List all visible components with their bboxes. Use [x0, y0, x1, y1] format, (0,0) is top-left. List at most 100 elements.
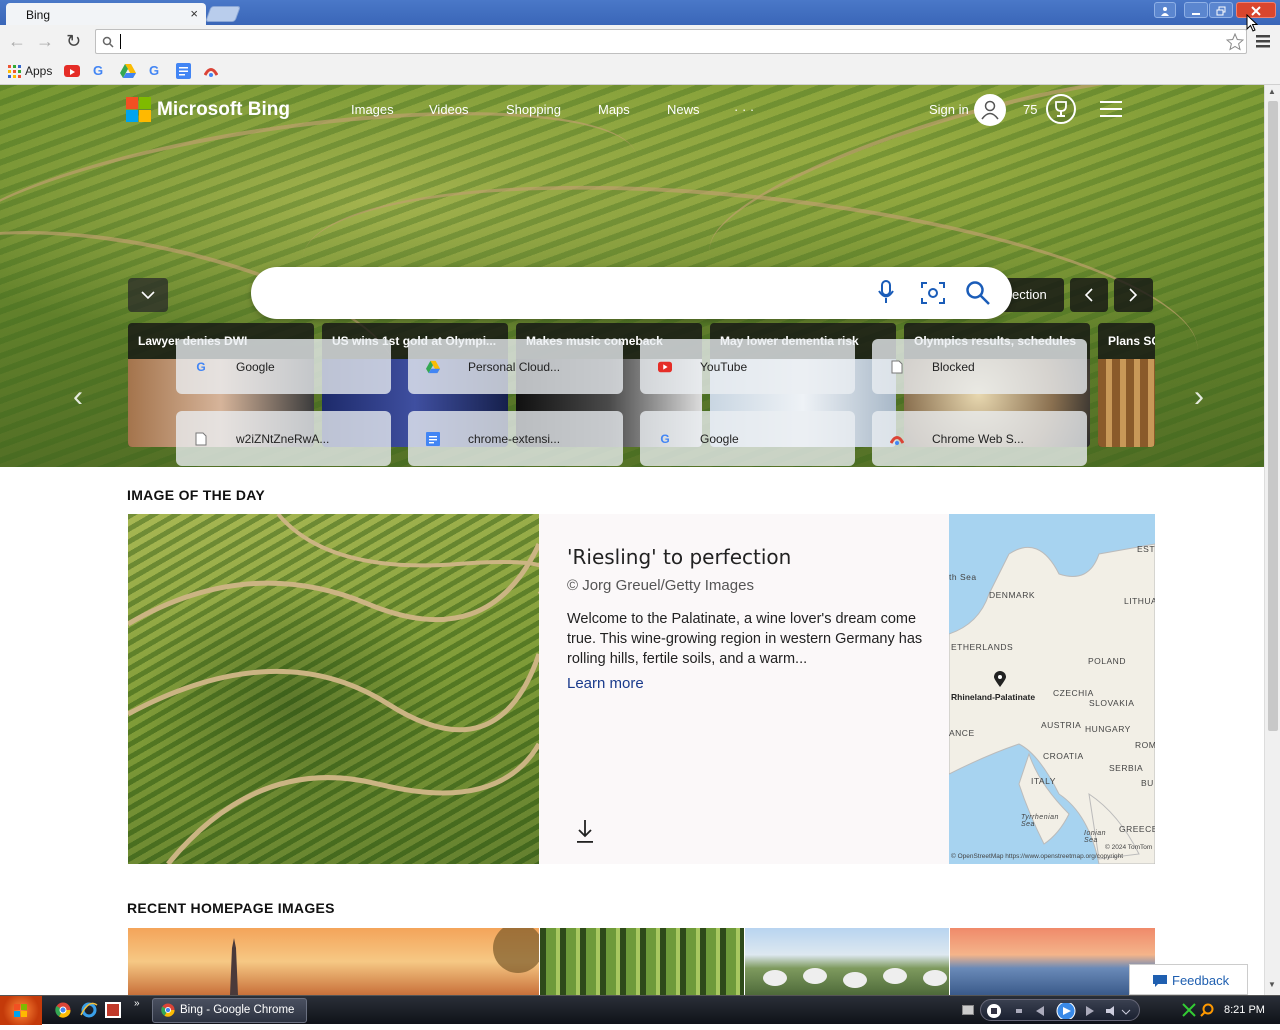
network-tray-icon[interactable]: [1182, 1003, 1196, 1017]
google-docs-icon[interactable]: [176, 63, 191, 79]
map-label: ITALY: [1031, 776, 1056, 786]
feedback-button[interactable]: Feedback: [1129, 964, 1248, 995]
map-label: Tyrrhenian Sea: [1021, 814, 1059, 828]
start-button[interactable]: [0, 996, 42, 1025]
location-map[interactable]: ESTO th Sea DENMARK LITHUA ETHERLANDS PO…: [949, 514, 1155, 864]
recent-image[interactable]: [950, 928, 1155, 995]
nav-videos[interactable]: Videos: [429, 102, 469, 117]
next-image-button[interactable]: [1114, 278, 1153, 312]
iotd-image[interactable]: [128, 514, 539, 864]
shortcut-tile-youtube[interactable]: YouTube: [640, 339, 855, 394]
shortcut-tile-webstore[interactable]: Chrome Web S...: [872, 411, 1087, 466]
tab-close-icon[interactable]: ×: [190, 6, 198, 21]
news-image: [1098, 359, 1155, 447]
taskbar-chrome-window[interactable]: Bing - Google Chrome: [152, 998, 307, 1023]
news-card[interactable]: Plans SC: [1098, 323, 1155, 447]
shortcut-tile-document[interactable]: w2iZNtZneRwA...: [176, 411, 391, 466]
shortcut-tile-google[interactable]: G Google: [176, 339, 391, 394]
settings-menu-icon[interactable]: [1100, 101, 1122, 117]
tab-bing[interactable]: Bing ×: [6, 3, 206, 25]
shortcut-tile-drive[interactable]: Personal Cloud...: [408, 339, 623, 394]
shortcut-tile-google[interactable]: G Google: [640, 411, 855, 466]
chrome-icon: [161, 1003, 175, 1017]
google-drive-icon[interactable]: [120, 64, 136, 78]
recent-image[interactable]: [745, 928, 949, 995]
collapse-toggle-button[interactable]: [128, 278, 168, 312]
map-label: DENMARK: [989, 590, 1036, 600]
search-icon[interactable]: [965, 280, 991, 306]
back-icon[interactable]: ←: [8, 31, 26, 52]
keyboard-tray-icon[interactable]: [962, 1005, 974, 1015]
recent-image[interactable]: [128, 928, 539, 995]
page-content: Microsoft Bing Images Videos Shopping Ma…: [0, 85, 1264, 995]
search-tray-icon[interactable]: [1200, 1003, 1214, 1017]
map-label: HUNGARY: [1085, 724, 1131, 734]
map-label-rhineland: Rhineland-Palatinate: [951, 692, 1036, 702]
nav-shopping[interactable]: Shopping: [506, 102, 561, 117]
chrome-menu-icon[interactable]: [1256, 34, 1270, 48]
chrome-web-store-icon[interactable]: [204, 64, 218, 78]
carousel-next-icon[interactable]: ›: [1194, 380, 1204, 414]
collection-button-label: ection: [1012, 287, 1047, 302]
visual-search-icon[interactable]: [921, 282, 945, 304]
iotd-description: Welcome to the Palatinate, a wine lover'…: [567, 611, 923, 667]
chevron-left-icon: [1084, 288, 1093, 302]
avatar[interactable]: [974, 94, 1006, 126]
profile-icon[interactable]: [1154, 2, 1176, 18]
carousel-prev-icon[interactable]: ‹: [73, 380, 83, 414]
section-title-iotd: IMAGE OF THE DAY: [127, 487, 266, 503]
youtube-icon[interactable]: [64, 65, 80, 77]
tile-label: Google: [236, 360, 275, 374]
map-label: GREECE: [1119, 824, 1155, 834]
chrome-quicklaunch-icon[interactable]: [55, 1002, 71, 1018]
page-scrollbar[interactable]: ▲ ▼: [1264, 85, 1280, 995]
learn-more-link[interactable]: Learn more: [567, 675, 644, 692]
shortcut-tile-docs[interactable]: chrome-extensi...: [408, 411, 623, 466]
address-caret: [120, 34, 121, 49]
nav-more[interactable]: · · ·: [734, 102, 754, 117]
sign-in-link[interactable]: Sign in: [929, 102, 969, 117]
chevron-down-icon: [141, 291, 155, 300]
scrollbar-thumb[interactable]: [1268, 101, 1278, 731]
nav-news[interactable]: News: [667, 102, 700, 117]
iotd-credit: © Jorg Greuel/Getty Images: [567, 577, 754, 594]
map-label: POLAND: [1088, 656, 1126, 666]
tile-label: Chrome Web S...: [932, 432, 1024, 446]
new-tab-button[interactable]: [205, 6, 241, 22]
recent-image[interactable]: [540, 928, 744, 995]
bookmark-apps[interactable]: Apps: [8, 64, 52, 78]
media-quicklaunch-icon[interactable]: [105, 1002, 121, 1018]
minimize-button[interactable]: [1184, 2, 1208, 18]
address-bar[interactable]: [95, 29, 1247, 54]
map-label: BU: [1141, 778, 1154, 788]
nav-images[interactable]: Images: [351, 102, 394, 117]
download-icon[interactable]: [575, 818, 595, 844]
bing-logo[interactable]: Microsoft Bing: [126, 97, 290, 122]
quicklaunch-expand-icon[interactable]: »: [134, 998, 140, 1009]
youtube-icon: [658, 361, 672, 373]
map-label: SERBIA: [1109, 763, 1144, 773]
forward-icon[interactable]: →: [36, 31, 54, 52]
rewards-trophy-icon[interactable]: [1046, 94, 1076, 124]
search-input[interactable]: [251, 267, 1012, 319]
microphone-icon[interactable]: [876, 280, 896, 306]
bookmark-star-icon[interactable]: [1226, 33, 1244, 51]
scroll-up-icon[interactable]: ▲: [1268, 87, 1276, 96]
map-label: CROATIA: [1043, 751, 1084, 761]
map-label: LITHUA: [1124, 596, 1155, 606]
map-label: Ionian Sea: [1084, 830, 1107, 844]
ie-quicklaunch-icon[interactable]: [80, 1001, 98, 1019]
media-player-toolbar[interactable]: [980, 999, 1140, 1021]
browser-toolbar: ← → ↻: [0, 25, 1280, 59]
map-pin-icon: [994, 671, 1006, 687]
nav-maps[interactable]: Maps: [598, 102, 630, 117]
scroll-down-icon[interactable]: ▼: [1268, 980, 1276, 989]
reload-icon[interactable]: ↻: [66, 31, 81, 52]
restore-button[interactable]: [1209, 2, 1233, 18]
shortcut-tile-blocked[interactable]: Blocked: [872, 339, 1087, 394]
prev-image-button[interactable]: [1070, 278, 1108, 312]
bing-logo-text: Microsoft Bing: [157, 98, 290, 120]
google-icon[interactable]: G: [149, 63, 159, 78]
google-icon[interactable]: G: [93, 63, 103, 78]
map-label: th Sea: [949, 572, 977, 582]
